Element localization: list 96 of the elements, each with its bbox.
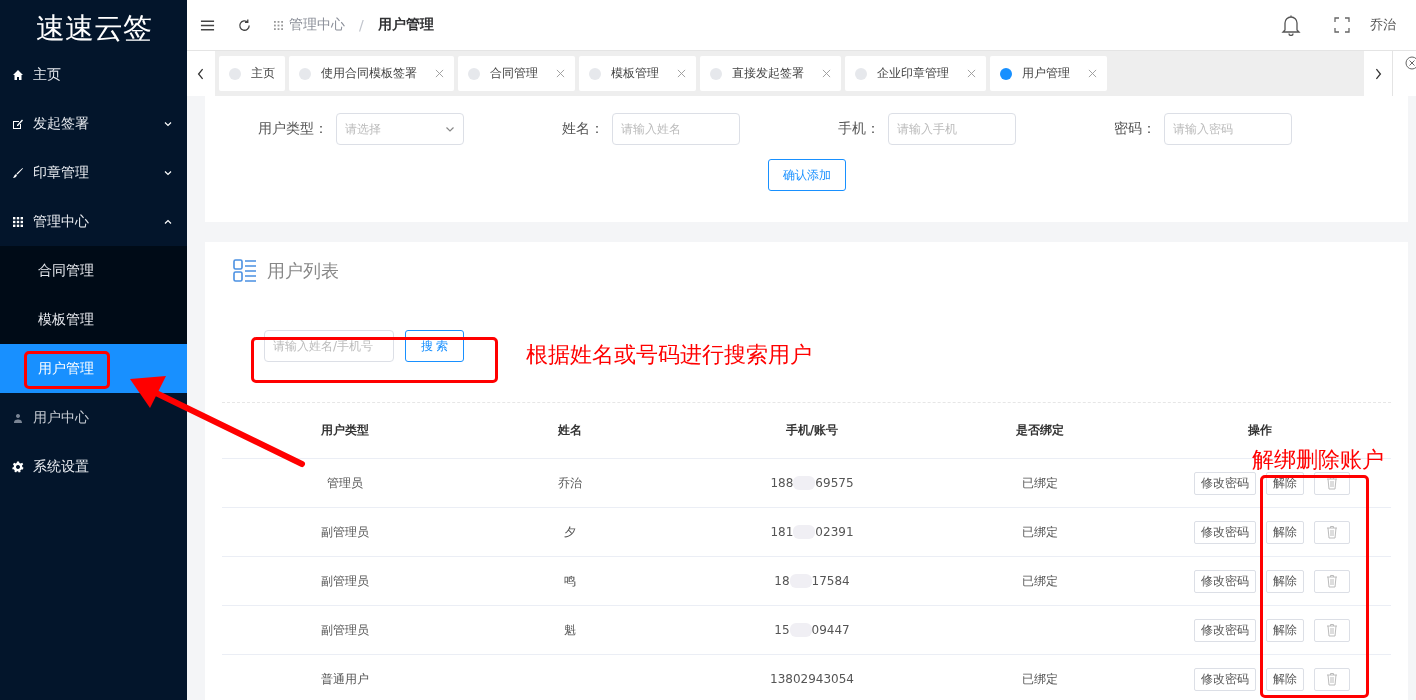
table-cell: 夕 (564, 524, 576, 539)
input-field[interactable]: 请输入姓名 (612, 113, 740, 145)
table-cell: 普通用户 (321, 671, 369, 686)
table-cell: 已绑定 (1022, 475, 1058, 490)
table-cell: 13802943054 (770, 672, 854, 686)
breadcrumb-separator: / (359, 17, 364, 33)
status-dot (710, 67, 722, 80)
close-icon[interactable] (967, 69, 976, 78)
grid-icon (12, 215, 24, 228)
field-label: 手机： (838, 120, 880, 138)
close-icon[interactable] (1088, 69, 1097, 78)
sidebar-item[interactable]: 管理中心 (0, 197, 187, 246)
table-cell: 已绑定 (1022, 524, 1058, 539)
user-name[interactable]: 乔治 (1370, 16, 1396, 34)
input-field[interactable]: 请输入密码 (1164, 113, 1292, 145)
annotation-text: 解绑删除账户 (1252, 446, 1384, 474)
column-header: 是否绑定 (1015, 422, 1065, 439)
column-header: 姓名 (557, 422, 583, 439)
action-button[interactable]: 解除 (1266, 667, 1304, 691)
close-icon[interactable] (677, 69, 686, 78)
trash-icon (1326, 525, 1338, 539)
table-cell: 副管理员 (321, 622, 369, 637)
action-button[interactable]: 修改密码 (1194, 471, 1256, 495)
column-header: 操作 (1246, 422, 1273, 439)
trash-icon (1326, 476, 1338, 490)
sidebar-item[interactable]: 系统设置 (0, 442, 187, 491)
table-cell: 188 69575 (770, 476, 854, 490)
app-logo: 速速云签 (34, 10, 153, 47)
tab[interactable]: 直接发起签署 (700, 56, 841, 91)
sidebar-item[interactable]: 主页 (0, 50, 187, 99)
column-header: 手机/账号 (784, 422, 840, 439)
table-cell: 18 17584 (774, 574, 850, 588)
breadcrumb-item: 用户管理 (377, 16, 434, 34)
table-cell: 乔治 (558, 475, 582, 490)
chevron-right-icon (1374, 67, 1382, 80)
tab[interactable]: 企业印章管理 (845, 56, 986, 91)
settings-icon (12, 460, 24, 473)
trash-icon (1326, 672, 1338, 686)
action-button[interactable]: 修改密码 (1194, 569, 1256, 593)
close-icon[interactable] (435, 69, 444, 78)
brush-icon (12, 166, 24, 179)
status-dot (855, 67, 867, 80)
refresh-icon[interactable] (237, 17, 252, 33)
tab[interactable]: 主页 (219, 56, 285, 91)
field-label: 密码： (1114, 120, 1156, 138)
table-cell: 副管理员 (321, 573, 369, 588)
input-field[interactable]: 请输入手机 (888, 113, 1016, 145)
sidebar-item[interactable]: 发起签署 (0, 99, 187, 148)
action-button[interactable]: 解除 (1266, 618, 1304, 642)
table-cell: 魁 (564, 622, 576, 637)
close-icon[interactable] (556, 69, 565, 78)
sidebar-item[interactable]: 印章管理 (0, 148, 187, 197)
action-button[interactable]: 解除 (1266, 520, 1304, 544)
status-dot (299, 67, 311, 80)
status-dot (229, 67, 241, 80)
table-cell: 鸣 (564, 573, 576, 588)
action-button[interactable]: 修改密码 (1194, 520, 1256, 544)
trash-icon (1326, 623, 1338, 637)
section-title: 用户列表 (267, 259, 339, 283)
close-icon (1405, 56, 1416, 70)
status-dot (589, 67, 601, 80)
edit-icon (12, 117, 24, 130)
search-field[interactable]: 请输入姓名/手机号 (264, 330, 394, 362)
status-dot (468, 67, 480, 80)
table-cell: 已绑定 (1022, 671, 1058, 686)
chevron-left-icon (197, 67, 205, 80)
column-header: 用户类型 (320, 422, 370, 439)
field-label: 姓名： (562, 120, 604, 138)
person-icon (12, 411, 24, 424)
fullscreen-icon[interactable] (1334, 17, 1350, 33)
trash-icon (1326, 574, 1338, 588)
close-icon[interactable] (822, 69, 831, 78)
table-cell: 管理员 (327, 475, 363, 490)
tab[interactable]: 用户管理 (990, 56, 1107, 91)
bell-icon[interactable] (1281, 14, 1301, 36)
action-button[interactable]: 修改密码 (1194, 618, 1256, 642)
action-button[interactable]: 解除 (1266, 569, 1304, 593)
tab[interactable]: 模板管理 (579, 56, 696, 91)
home-icon (12, 68, 24, 81)
sidebar-subitem[interactable]: 模板管理 (0, 295, 187, 344)
tab[interactable]: 合同管理 (458, 56, 575, 91)
action-button[interactable]: 修改密码 (1194, 667, 1256, 691)
sidebar-subitem[interactable]: 合同管理 (0, 246, 187, 295)
table-cell: 15 09447 (774, 623, 850, 637)
close-all-button[interactable] (1392, 51, 1416, 96)
table-cell: 181 02391 (770, 525, 854, 539)
caret-icon (445, 124, 455, 134)
field-label: 用户类型： (258, 120, 328, 138)
annotation-text: 根据姓名或号码进行搜索用户 (526, 341, 812, 369)
table-cell: 副管理员 (321, 524, 369, 539)
list-icon (233, 259, 257, 283)
grid-icon (274, 20, 283, 30)
sidebar-item[interactable]: 用户中心 (0, 393, 187, 442)
status-dot (1000, 67, 1012, 80)
tab[interactable]: 使用合同模板签署 (289, 56, 454, 91)
table-cell: 已绑定 (1022, 573, 1058, 588)
